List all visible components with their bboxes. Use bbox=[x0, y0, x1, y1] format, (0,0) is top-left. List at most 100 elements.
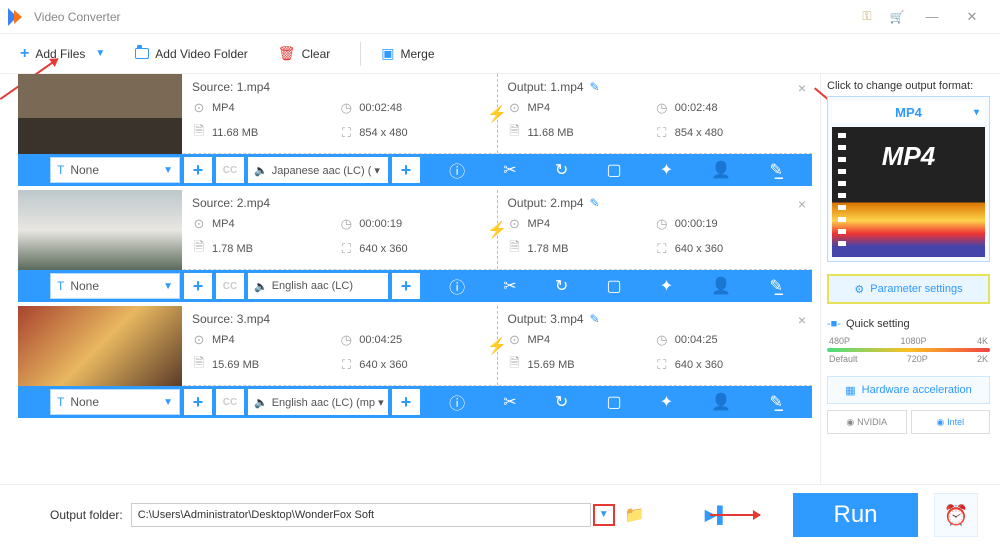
output-folder-dropdown[interactable]: ▼ bbox=[593, 504, 615, 526]
video-icon: ⊙ bbox=[508, 100, 522, 116]
intel-icon: ◉ bbox=[936, 417, 944, 428]
param-label: Parameter settings bbox=[870, 283, 962, 295]
remove-item-button[interactable]: × bbox=[798, 196, 806, 212]
rotate-icon[interactable]: ↻ bbox=[555, 392, 568, 412]
add-folder-label: Add Video Folder bbox=[155, 47, 248, 61]
watermark-icon[interactable]: 👤 bbox=[711, 392, 731, 412]
merge-button[interactable]: ▣ Merge bbox=[381, 45, 434, 62]
add-audio-button[interactable]: + bbox=[392, 157, 420, 183]
rename-icon[interactable]: ✎ bbox=[590, 80, 600, 94]
hardware-accel-button[interactable]: ▦ Hardware acceleration bbox=[827, 376, 990, 404]
file-list: Source: 1.mp4 ⊙MP4 ◷00:02:48 🗎11.68 MB ⛶… bbox=[0, 74, 820, 484]
thumbnail[interactable] bbox=[18, 190, 182, 270]
info-icon[interactable]: ⓘ bbox=[449, 158, 465, 182]
cut-icon[interactable]: ✂ bbox=[503, 160, 516, 180]
output-label: Output: 1.mp4 bbox=[508, 80, 584, 94]
remove-item-button[interactable]: × bbox=[798, 312, 806, 328]
rename-icon[interactable]: ✎ bbox=[590, 312, 600, 326]
cut-icon[interactable]: ✂ bbox=[503, 392, 516, 412]
source-label: Source: 3.mp4 bbox=[192, 312, 487, 326]
cc-button[interactable]: CC bbox=[216, 157, 244, 183]
trash-icon: 🗑 bbox=[278, 45, 296, 62]
thumbnail[interactable] bbox=[18, 74, 182, 154]
titlebar: Video Converter ⚿ 🛒 — ✕ bbox=[0, 0, 1000, 34]
list-item: Source: 1.mp4 ⊙MP4 ◷00:02:48 🗎11.68 MB ⛶… bbox=[18, 74, 812, 186]
rename-icon[interactable]: ✎ bbox=[590, 196, 600, 210]
add-folder-button[interactable]: Add Video Folder bbox=[135, 47, 248, 61]
remove-item-button[interactable]: × bbox=[798, 80, 806, 96]
right-panel: Click to change output format: MP4 MP4 ⚙… bbox=[820, 74, 1000, 484]
nvidia-button[interactable]: ◉NVIDIA bbox=[827, 410, 907, 434]
cart-icon[interactable]: 🛒 bbox=[882, 10, 912, 24]
output-folder-label: Output folder: bbox=[50, 508, 123, 522]
format-thumbnail: MP4 bbox=[832, 127, 985, 257]
rotate-icon[interactable]: ↻ bbox=[555, 160, 568, 180]
open-folder-icon[interactable]: 📁 bbox=[625, 505, 645, 525]
add-subtitle-button[interactable]: + bbox=[184, 273, 212, 299]
bolt-icon: ⚡ bbox=[487, 220, 507, 240]
toolbar: + Add Files ▼ Add Video Folder 🗑 Clear ▣… bbox=[0, 34, 1000, 74]
clock-icon: ◷ bbox=[339, 100, 353, 116]
edit-icon[interactable]: ✎̲ bbox=[770, 160, 783, 180]
output-format-button[interactable]: MP4 MP4 bbox=[827, 96, 990, 262]
cc-button[interactable]: CC bbox=[216, 273, 244, 299]
format-hint: Click to change output format: bbox=[827, 80, 990, 92]
chevron-down-icon[interactable]: ▼ bbox=[95, 48, 105, 59]
app-title: Video Converter bbox=[34, 10, 121, 24]
intel-button[interactable]: ◉Intel bbox=[911, 410, 991, 434]
effects-icon[interactable]: ✦ bbox=[660, 276, 673, 296]
rotate-icon[interactable]: ↻ bbox=[555, 276, 568, 296]
crop-icon[interactable]: ▢ bbox=[606, 160, 621, 180]
divider bbox=[360, 42, 361, 66]
clock-icon: ◷ bbox=[655, 100, 669, 116]
run-button[interactable]: Run bbox=[793, 493, 918, 537]
subtitle-select[interactable]: TNone▼ bbox=[50, 273, 180, 299]
clear-button[interactable]: 🗑 Clear bbox=[278, 45, 330, 62]
crop-icon[interactable]: ▢ bbox=[606, 276, 621, 296]
bolt-icon: ⚡ bbox=[487, 336, 507, 356]
video-icon: ⊙ bbox=[192, 100, 206, 116]
clear-label: Clear bbox=[302, 47, 331, 61]
footer: Output folder: ▼ 📁 ▶▌ Run ⏰ bbox=[0, 484, 1000, 544]
effects-icon[interactable]: ✦ bbox=[660, 392, 673, 412]
parameter-settings-button[interactable]: ⚙ Parameter settings bbox=[827, 274, 990, 304]
watermark-icon[interactable]: 👤 bbox=[711, 160, 731, 180]
edit-icon[interactable]: ✎̲ bbox=[770, 392, 783, 412]
info-icon[interactable]: ⓘ bbox=[449, 390, 465, 414]
subtitle-select[interactable]: TNone▼ bbox=[50, 389, 180, 415]
sliders-icon: ⚙ bbox=[854, 283, 864, 296]
edit-icon[interactable]: ✎̲ bbox=[770, 276, 783, 296]
watermark-icon[interactable]: 👤 bbox=[711, 276, 731, 296]
schedule-button[interactable]: ⏰ bbox=[934, 493, 978, 537]
hw-label: Hardware acceleration bbox=[862, 384, 972, 396]
bolt-icon: ⚡ bbox=[487, 104, 507, 124]
quality-slider[interactable]: 480P1080P4K Default720P2K bbox=[827, 336, 990, 364]
audio-select[interactable]: 🔈Japanese aac (LC) ( ▾ bbox=[248, 157, 388, 183]
plus-icon: + bbox=[20, 45, 29, 63]
add-files-button[interactable]: + Add Files ▼ bbox=[20, 45, 105, 63]
audio-select[interactable]: 🔈English aac (LC) (mp ▾ bbox=[248, 389, 388, 415]
file-icon: 🗎 bbox=[192, 122, 206, 144]
cc-button[interactable]: CC bbox=[216, 389, 244, 415]
add-subtitle-button[interactable]: + bbox=[184, 157, 212, 183]
speaker-icon: 🔈 bbox=[254, 164, 268, 177]
minimize-button[interactable]: — bbox=[912, 9, 952, 24]
file-icon: 🗎 bbox=[508, 122, 522, 144]
close-window-button[interactable]: ✕ bbox=[952, 9, 992, 25]
output-label: Output: 3.mp4 bbox=[508, 312, 584, 326]
info-icon[interactable]: ⓘ bbox=[449, 274, 465, 298]
output-folder-input[interactable] bbox=[131, 503, 591, 527]
crop-icon[interactable]: ▢ bbox=[606, 392, 621, 412]
key-icon[interactable]: ⚿ bbox=[852, 9, 882, 24]
subtitle-icon: T bbox=[57, 163, 64, 177]
list-item: Source: 3.mp4 ⊙MP4 ◷00:04:25 🗎15.69 MB ⛶… bbox=[18, 306, 812, 418]
subtitle-select[interactable]: TNone▼ bbox=[50, 157, 180, 183]
cut-icon[interactable]: ✂ bbox=[503, 276, 516, 296]
thumbnail[interactable] bbox=[18, 306, 182, 386]
add-audio-button[interactable]: + bbox=[392, 389, 420, 415]
audio-select[interactable]: 🔈English aac (LC) bbox=[248, 273, 388, 299]
add-audio-button[interactable]: + bbox=[392, 273, 420, 299]
quick-setting-label: -■-Quick setting bbox=[827, 318, 990, 330]
effects-icon[interactable]: ✦ bbox=[660, 160, 673, 180]
add-subtitle-button[interactable]: + bbox=[184, 389, 212, 415]
